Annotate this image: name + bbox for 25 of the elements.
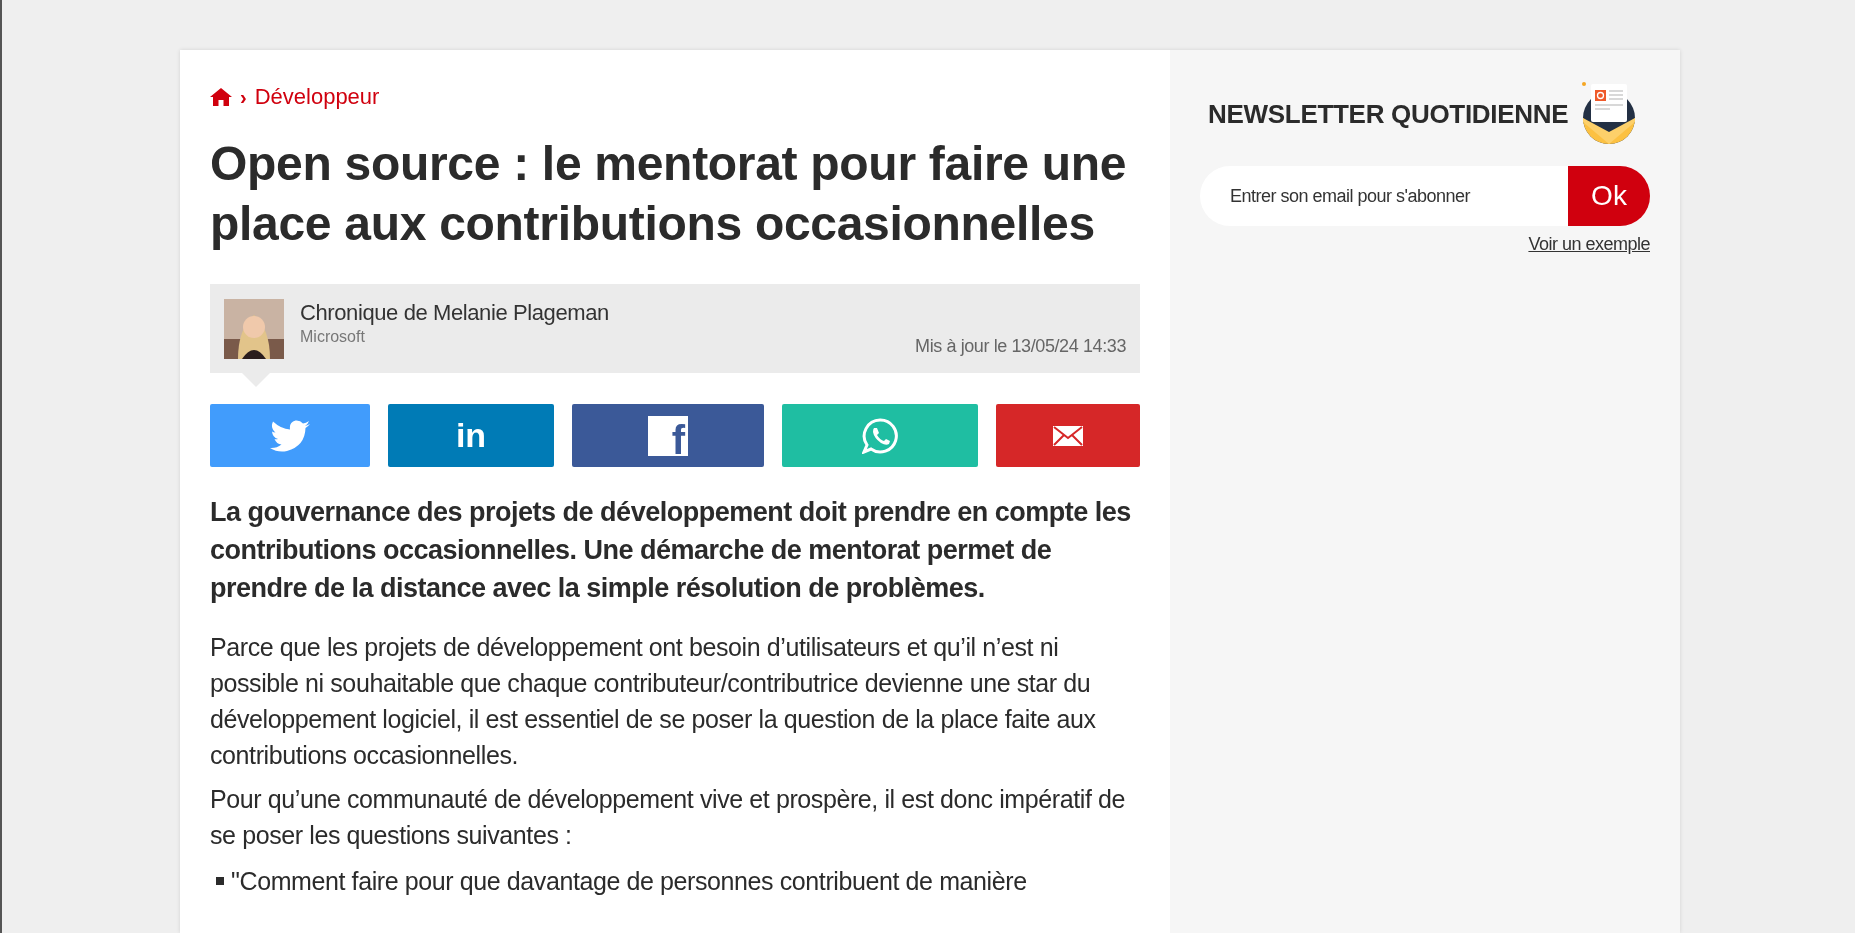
newsletter-title: NEWSLETTER QUOTIDIENNE (1208, 98, 1569, 130)
article-paragraph: Parce que les projets de développement ont besoin d’utilisateurs et qu’il n’est ni possible ni souhaitable que chaque contributeur/contributrice devienne une star du développement logiciel, il est essentiel de se poser la question de la place faite aux contributions occasionnelles. (210, 632, 1097, 771)
author-company: Microsoft (300, 328, 366, 346)
breadcrumb-separator: › (240, 85, 247, 109)
bird-icon (270, 419, 310, 452)
article-title: Open source : le mentorat pour faire une place aux contributions occasionnelles (210, 136, 1128, 252)
phone-bubble-icon (862, 417, 898, 454)
home-icon (210, 88, 232, 106)
update-date: Mis à jour le 13/05/24 14:33 (915, 336, 1126, 358)
share-button[interactable] (210, 404, 370, 467)
article-lead: La gouvernance des projets de développement doit prendre en compte les contributions occasionnelles. Une démarche de mentorat permet de prendre de la distance avec la simple résolution de problèmes. (210, 496, 1132, 605)
share-button[interactable]: f (572, 404, 764, 467)
email-field[interactable]: Entrer son email pour s'abonner (1200, 166, 1568, 226)
bullet-icon (216, 877, 224, 885)
home-link[interactable] (210, 88, 232, 106)
share-button[interactable] (996, 404, 1140, 467)
share-button[interactable]: in (388, 404, 554, 467)
breadcrumb-link[interactable]: Développeur (254, 84, 380, 110)
ok-button[interactable]: Ok (1568, 166, 1650, 226)
example-link[interactable]: Voir un exemple (1528, 234, 1650, 255)
list-item: "Comment faire pour que davantage de personnes contribuent de manière (231, 866, 1027, 897)
author-name: Chronique de Melanie Plageman (300, 300, 609, 326)
article-paragraph: Pour qu’une communauté de développement vive et prospère, il est donc impératif de se poser les questions suivantes : (210, 784, 1126, 851)
envelope-icon (1052, 424, 1084, 447)
facebook-logo: f (648, 415, 688, 456)
